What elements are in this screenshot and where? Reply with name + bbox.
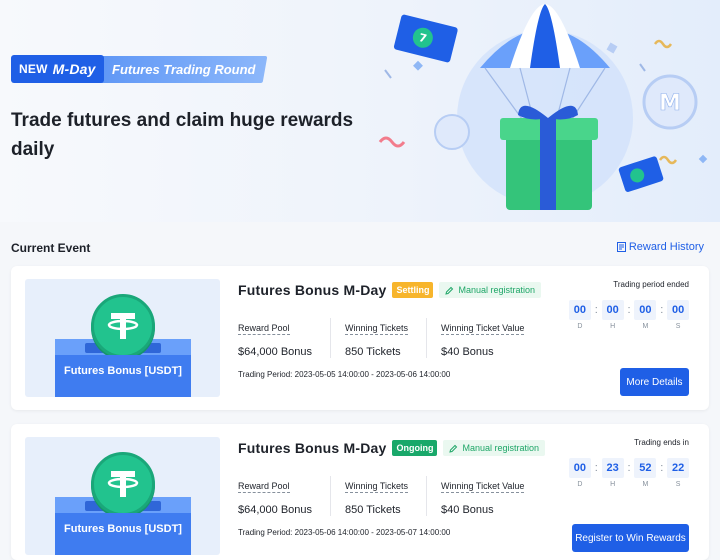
event-thumbnail: Futures Bonus [USDT] bbox=[25, 437, 220, 555]
countdown: Trading ends in 00: 23: 52: 22 D H M S bbox=[569, 438, 689, 488]
stat-reward-pool: Reward Pool $64,000 Bonus bbox=[238, 318, 332, 358]
section-title: Current Event bbox=[11, 241, 91, 255]
badge-new-label: NEW bbox=[19, 62, 48, 76]
status-badge: Ongoing bbox=[392, 440, 438, 456]
registration-badge: Manual registration bbox=[439, 282, 542, 298]
pencil-icon bbox=[445, 286, 454, 295]
stat-value: $64,000 Bonus bbox=[238, 504, 313, 516]
stat-value: 850 Tickets bbox=[345, 504, 401, 516]
badge-subtitle-label: Futures Trading Round bbox=[111, 61, 256, 77]
event-title: Futures Bonus M-Day bbox=[238, 282, 387, 298]
unit-days: D bbox=[577, 323, 583, 330]
event-info: Futures Bonus M-Day Ongoing Manual regis… bbox=[238, 440, 556, 537]
badge-mday-label: M-Day bbox=[52, 61, 96, 77]
gift-box-icon bbox=[500, 105, 598, 210]
stat-label[interactable]: Winning Ticket Value bbox=[441, 481, 525, 493]
event-info: Futures Bonus M-Day Settling Manual regi… bbox=[238, 282, 556, 379]
reward-history-link[interactable]: Reward History bbox=[616, 241, 704, 253]
countdown-hours: 00 bbox=[601, 300, 624, 320]
m-coin-icon bbox=[434, 114, 470, 150]
ticket-icon bbox=[618, 156, 664, 192]
unit-seconds: S bbox=[675, 323, 681, 330]
event-card: Futures Bonus [USDT] Futures Bonus M-Day… bbox=[11, 424, 709, 560]
badge-subtitle: Futures Trading Round bbox=[95, 55, 268, 83]
trading-period: Trading Period: 2023-05-06 14:00:00 - 20… bbox=[238, 528, 451, 537]
reward-history-label: Reward History bbox=[628, 241, 704, 253]
countdown: Trading period ended 00: 00: 00: 00 D H … bbox=[569, 280, 689, 330]
ticket-icon: 7 bbox=[393, 14, 458, 63]
parachute-gift-illustration: 7 M bbox=[378, 4, 708, 210]
stat-winning-ticket-value: Winning Ticket Value $40 Bonus bbox=[441, 476, 542, 516]
stat-value: 850 Tickets bbox=[345, 346, 401, 358]
registration-label: Manual registration bbox=[458, 285, 536, 295]
svg-text:M: M bbox=[659, 91, 681, 116]
stat-label[interactable]: Winning Ticket Value bbox=[441, 323, 525, 335]
event-stats: Reward Pool $64,000 Bonus Winning Ticket… bbox=[238, 318, 556, 358]
event-badge: NEW M-Day Futures Trading Round bbox=[11, 55, 268, 83]
stat-winning-tickets: Winning Tickets 850 Tickets bbox=[345, 476, 428, 516]
stat-label[interactable]: Winning Tickets bbox=[345, 323, 409, 335]
stat-winning-tickets: Winning Tickets 850 Tickets bbox=[345, 318, 428, 358]
countdown-label: Trading ends in bbox=[634, 438, 689, 447]
unit-hours: H bbox=[610, 323, 616, 330]
countdown-minutes: 00 bbox=[634, 300, 657, 320]
stat-value: $64,000 Bonus bbox=[238, 346, 313, 358]
countdown-seconds: 00 bbox=[667, 300, 689, 320]
event-stats: Reward Pool $64,000 Bonus Winning Ticket… bbox=[238, 476, 556, 516]
thumb-label: Futures Bonus [USDT] bbox=[64, 523, 182, 535]
countdown-label: Trading period ended bbox=[613, 280, 689, 289]
thumb-label: Futures Bonus [USDT] bbox=[64, 365, 182, 377]
stat-label[interactable]: Reward Pool bbox=[238, 323, 290, 335]
badge-new: NEW M-Day bbox=[11, 55, 104, 83]
stat-label[interactable]: Winning Tickets bbox=[345, 481, 409, 493]
unit-minutes: M bbox=[642, 481, 649, 488]
stat-reward-pool: Reward Pool $64,000 Bonus bbox=[238, 476, 332, 516]
m-coin-icon: M bbox=[642, 74, 698, 130]
stat-value: $40 Bonus bbox=[441, 346, 494, 358]
usdt-coin-icon bbox=[91, 452, 155, 516]
event-thumbnail: Futures Bonus [USDT] bbox=[25, 279, 220, 397]
registration-badge: Manual registration bbox=[443, 440, 546, 456]
register-button[interactable]: Register to Win Rewards bbox=[572, 524, 689, 552]
countdown-hours: 23 bbox=[601, 458, 624, 478]
stat-label[interactable]: Reward Pool bbox=[238, 481, 290, 493]
countdown-days: 00 bbox=[569, 458, 591, 478]
unit-seconds: S bbox=[675, 481, 681, 488]
hero-banner: NEW M-Day Futures Trading Round Trade fu… bbox=[0, 0, 720, 222]
stat-value: $40 Bonus bbox=[441, 504, 494, 516]
countdown-minutes: 52 bbox=[634, 458, 657, 478]
countdown-seconds: 22 bbox=[667, 458, 689, 478]
registration-label: Manual registration bbox=[462, 443, 540, 453]
trading-period: Trading Period: 2023-05-05 14:00:00 - 20… bbox=[238, 370, 451, 379]
unit-hours: H bbox=[610, 481, 616, 488]
more-details-button[interactable]: More Details bbox=[620, 368, 689, 396]
document-icon bbox=[616, 242, 626, 252]
pencil-icon bbox=[449, 444, 458, 453]
hero-title: Trade futures and claim huge rewards dai… bbox=[11, 110, 354, 160]
unit-days: D bbox=[577, 481, 583, 488]
usdt-coin-icon bbox=[91, 294, 155, 358]
status-badge: Settling bbox=[392, 282, 434, 298]
event-card: Futures Bonus [USDT] Futures Bonus M-Day… bbox=[11, 266, 709, 410]
countdown-days: 00 bbox=[569, 300, 591, 320]
stat-winning-ticket-value: Winning Ticket Value $40 Bonus bbox=[441, 318, 542, 358]
event-title: Futures Bonus M-Day bbox=[238, 440, 387, 456]
unit-minutes: M bbox=[642, 323, 649, 330]
